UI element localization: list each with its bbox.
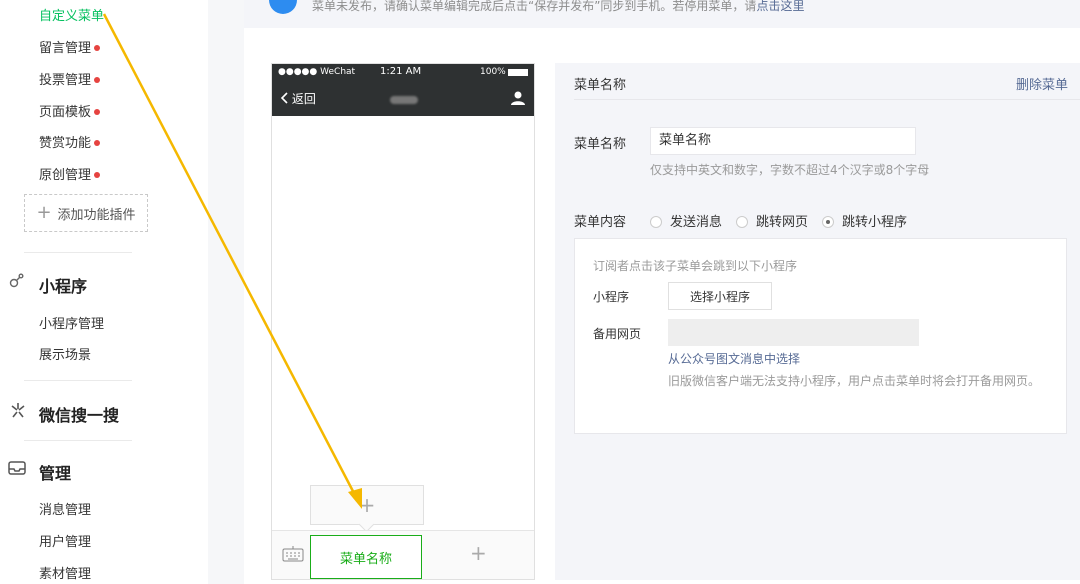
annotation-arrow <box>102 13 362 509</box>
